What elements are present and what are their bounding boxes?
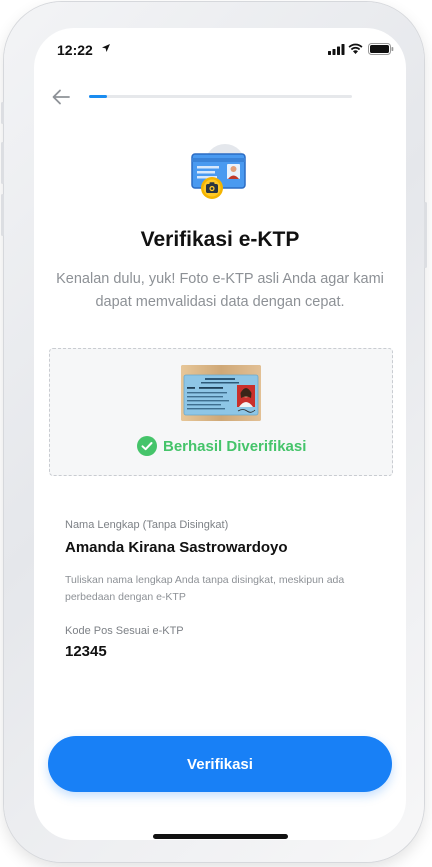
- signal-icon: [328, 44, 345, 55]
- arrow-left-icon[interactable]: [52, 89, 70, 105]
- status-bar: 12:22: [34, 28, 406, 72]
- postal-code-label: Kode Pos Sesuai e-KTP: [65, 625, 184, 637]
- ktp-upload-area[interactable]: Berhasil Diverifikasi: [49, 348, 393, 476]
- battery-icon: [368, 43, 394, 55]
- progress-fill: [89, 95, 108, 98]
- postal-code-field[interactable]: 12345: [65, 643, 107, 660]
- progress-bar: [89, 95, 352, 98]
- wifi-icon: [348, 43, 363, 54]
- full-name-label: Nama Lengkap (Tanpa Disingkat): [65, 519, 229, 531]
- phone-frame: 12:22 Verifikasi e-KTP Kenalan dulu, yuk…: [1, 2, 427, 862]
- location-arrow-icon: [102, 44, 110, 52]
- mute-switch: [1, 102, 4, 124]
- verify-button[interactable]: Verifikasi: [48, 736, 392, 792]
- full-name-hint: Tuliskan nama lengkap Anda tanpa disingk…: [65, 574, 345, 603]
- page-title: Verifikasi e-KTP: [140, 228, 300, 251]
- home-indicator: [153, 834, 288, 839]
- full-name-field[interactable]: Amanda Kirana Sastrowardoyo: [65, 539, 288, 556]
- phone-screen: 12:22 Verifikasi e-KTP Kenalan dulu, yuk…: [34, 28, 406, 840]
- ktp-photo-thumbnail: [181, 365, 261, 421]
- volume-down-button: [1, 194, 4, 236]
- volume-up-button: [1, 142, 4, 184]
- id-card-camera-icon: [191, 144, 246, 199]
- check-circle-icon: [137, 436, 157, 456]
- verification-status-label: Berhasil Diverifikasi: [163, 437, 307, 455]
- verification-status: Berhasil Diverifikasi: [137, 435, 306, 457]
- status-time: 12:22: [57, 42, 93, 58]
- page-subtitle: Kenalan dulu, yuk! Foto e-KTP asli Anda …: [56, 271, 384, 310]
- power-button: [424, 202, 427, 268]
